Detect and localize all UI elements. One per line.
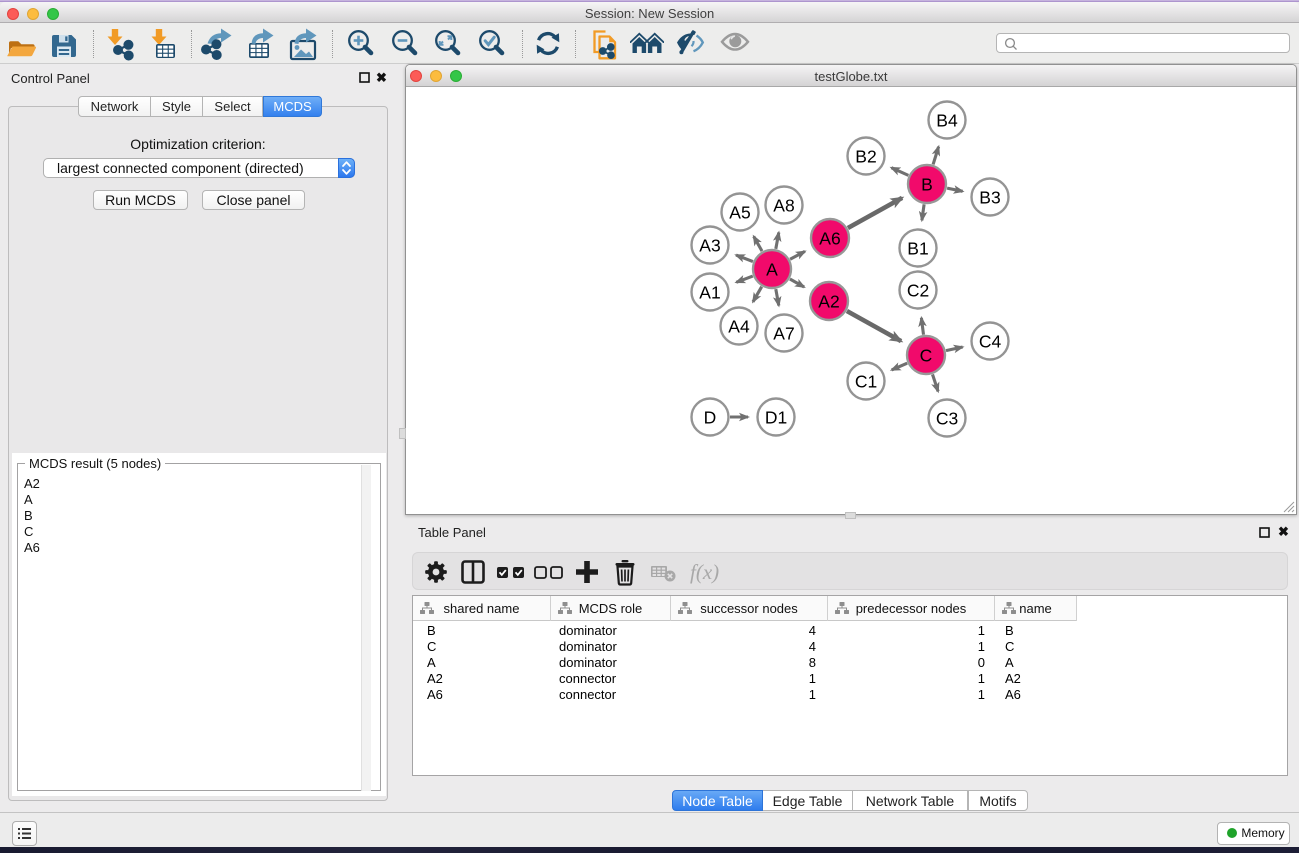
svg-text:C2: C2 (907, 281, 929, 301)
svg-text:C3: C3 (936, 409, 958, 429)
svg-text:A: A (766, 260, 778, 280)
svg-text:D1: D1 (765, 408, 787, 428)
svg-text:A6: A6 (819, 229, 840, 249)
svg-text:A8: A8 (773, 196, 794, 216)
svg-text:B1: B1 (907, 239, 928, 259)
svg-text:D: D (704, 408, 717, 428)
svg-text:A5: A5 (729, 203, 750, 223)
svg-text:C: C (920, 346, 933, 366)
svg-text:A3: A3 (699, 236, 720, 256)
svg-text:B: B (921, 175, 933, 195)
svg-text:C1: C1 (855, 372, 877, 392)
svg-text:C4: C4 (979, 332, 1002, 352)
svg-text:A4: A4 (728, 317, 750, 337)
svg-text:B2: B2 (855, 147, 876, 167)
svg-text:f(x): f(x) (690, 560, 719, 584)
svg-text:A7: A7 (773, 324, 794, 344)
svg-text:B4: B4 (936, 111, 958, 131)
svg-text:A2: A2 (818, 292, 839, 312)
svg-text:B3: B3 (979, 188, 1000, 208)
svg-text:A1: A1 (699, 283, 720, 303)
